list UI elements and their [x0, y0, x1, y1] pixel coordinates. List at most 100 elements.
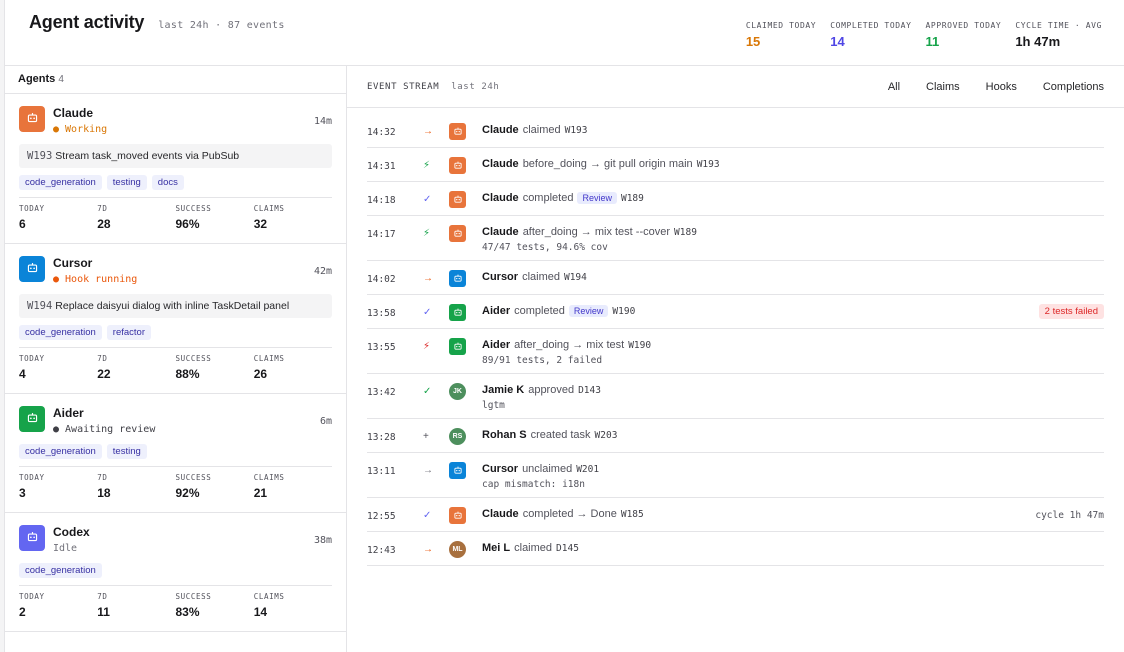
task-ref-link[interactable]: W194 — [564, 272, 587, 283]
current-task[interactable]: W193 Stream task_moved events via PubSub — [19, 144, 332, 168]
event-avatar: JK — [449, 383, 466, 400]
event-actor[interactable]: Jamie K — [482, 384, 524, 396]
event-actor[interactable]: Mei L — [482, 542, 510, 554]
agent-metric-value: 26 — [253, 367, 268, 381]
failure-badge: 2 tests failed — [1038, 304, 1104, 319]
event-avatar — [449, 270, 466, 287]
filter-tab-completions[interactable]: Completions — [1043, 81, 1104, 93]
event-row[interactable]: 13:55 ⚡ Aider after_doing → mix test W190 89/… — [367, 329, 1104, 374]
event-body: Aider after_doing → mix test W190 89/91 tes… — [482, 337, 1104, 366]
event-avatar — [449, 123, 466, 140]
event-avatar — [449, 191, 466, 208]
event-body: Claude after_doing → mix test --cover W189… — [482, 224, 1104, 253]
agent-age: 42m — [313, 266, 332, 277]
event-actor[interactable]: Claude — [482, 508, 519, 520]
header-stat: APPROVED TODAY 11 — [925, 21, 1001, 49]
task-ref-link[interactable]: W193 — [697, 159, 720, 170]
agent-card-cursor[interactable]: Cursor ● Hook running 42m W194 Replace daisy… — [5, 244, 346, 394]
event-line: Claude before_doing → git pull origin mai… — [482, 158, 1104, 170]
event-time: 14:17 — [367, 229, 396, 240]
arrow-right-icon: → — [423, 465, 433, 476]
agent-metric: CLAIMS 32 — [254, 204, 332, 231]
task-ref-link[interactable]: W185 — [621, 509, 644, 520]
task-ref-link[interactable]: D145 — [556, 543, 579, 554]
header-stat-value: 15 — [745, 34, 761, 49]
event-row[interactable]: 13:58 ✓ Aider completed Review W190 2 tests fa… — [367, 295, 1104, 329]
agent-status: Idle — [53, 543, 78, 554]
event-row[interactable]: 14:18 ✓ Claude completed Review W189 — [367, 182, 1104, 216]
task-ref-link[interactable]: W190 — [628, 340, 651, 351]
event-avatar — [449, 157, 466, 174]
event-action: created task — [530, 429, 591, 441]
task-ref-link[interactable]: W189 — [674, 227, 697, 238]
filter-tab-all[interactable]: All — [888, 81, 900, 93]
event-actor[interactable]: Claude — [482, 158, 519, 170]
event-row[interactable]: 13:28 + RS Rohan Screated task W203 — [367, 419, 1104, 453]
event-action: completed — [514, 305, 565, 317]
task-ref-link[interactable]: W190 — [612, 306, 635, 317]
task-ref-link[interactable]: W193 — [565, 125, 588, 136]
event-body: Claude completed → Done W185 — [482, 506, 1104, 520]
event-actor[interactable]: Rohan S — [482, 429, 527, 441]
header-stat-value: 1h 47m — [1015, 34, 1061, 49]
agent-metric-label: TODAY — [19, 204, 45, 213]
task-title: Replace daisyui dialog with inline TaskD… — [55, 300, 290, 312]
agent-header: Aider ● Awaiting review 6m — [19, 406, 332, 435]
event-actor[interactable]: Cursor — [482, 271, 518, 283]
event-row[interactable]: 12:55 ✓ Claude completed → Done W185 cycle 1h… — [367, 498, 1104, 532]
capability-tags: code_generation testing docs — [19, 175, 332, 190]
agent-header: Codex Idle 38m — [19, 525, 332, 554]
agent-metric-value: 18 — [97, 486, 111, 500]
agent-avatar — [19, 406, 45, 432]
event-time: 13:58 — [367, 308, 396, 319]
event-row[interactable]: 14:17 ⚡ Claude after_doing → mix test --cov… — [367, 216, 1104, 261]
event-actor[interactable]: Cursor — [482, 463, 518, 475]
event-actor[interactable]: Claude — [482, 124, 519, 136]
avatar-initials: RS — [452, 433, 463, 440]
header-stat-label: APPROVED TODAY — [925, 21, 1002, 30]
agent-name: Claude — [53, 106, 94, 120]
agent-card-codex[interactable]: Codex Idle 38m code_generation TODAY 2 7D 11 SUC… — [5, 513, 346, 632]
agent-metric: SUCCESS 83% — [176, 592, 254, 619]
event-time: 13:42 — [367, 387, 396, 398]
event-actor[interactable]: Aider — [482, 305, 510, 317]
agent-metric-label: 7D — [97, 592, 108, 601]
task-ref-link[interactable]: W201 — [576, 464, 599, 475]
robot-icon — [453, 510, 463, 522]
event-row[interactable]: 14:02 → Cursor claimed W194 — [367, 261, 1104, 295]
task-ref-link[interactable]: D143 — [578, 385, 601, 396]
header-stat-label: CYCLE TIME · AVG — [1015, 21, 1102, 30]
filter-tab-hooks[interactable]: Hooks — [986, 81, 1017, 93]
filter-tab-claims[interactable]: Claims — [926, 81, 960, 93]
agent-name: Codex — [53, 525, 90, 539]
capability-tag: refactor — [106, 325, 152, 340]
event-row[interactable]: 14:31 ⚡ Claude before_doing → git pull orig… — [367, 148, 1104, 182]
capability-tag: code_generation — [19, 563, 102, 578]
agent-metric-value: 28 — [97, 217, 111, 231]
event-actor[interactable]: Claude — [482, 226, 519, 238]
current-task[interactable]: W194 Replace daisyui dialog with inline T… — [19, 294, 332, 318]
event-actor[interactable]: Claude — [482, 192, 519, 204]
event-stream-subtitle: last 24h — [451, 81, 500, 92]
event-row[interactable]: 13:42 ✓ JK Jamie K approved D143 lgtm — [367, 374, 1104, 419]
arrow-right-icon: → — [423, 544, 433, 555]
event-row[interactable]: 13:11 → Cursor unclaimed W201 cap mismatch: i… — [367, 453, 1104, 498]
agent-metrics: TODAY 3 7D 18 SUCCESS 92% CLAIMS 21 — [19, 466, 332, 512]
event-time: 14:32 — [367, 127, 396, 138]
agent-metric-value: 6 — [19, 217, 26, 231]
event-body: Claude completed Review W189 — [482, 190, 1104, 204]
task-ref-link[interactable]: W189 — [621, 193, 644, 204]
agent-card-aider[interactable]: Aider ● Awaiting review 6m code_generation t… — [5, 394, 346, 513]
event-line: Jamie K approved D143 — [482, 384, 1104, 396]
agent-card-claude[interactable]: Claude ● Working 14m W193 Stream task_moved … — [5, 94, 346, 244]
task-ref-link[interactable]: W203 — [595, 430, 618, 441]
event-actor[interactable]: Aider — [482, 339, 510, 351]
agent-metric-label: 7D — [97, 354, 108, 363]
capability-tags: code_generation — [19, 563, 332, 578]
event-row[interactable]: 12:43 → ML Mei L claimed D145 — [367, 532, 1104, 566]
agents-panel-header: Agents 4 — [5, 66, 346, 94]
bolt-icon: ⚡ — [423, 228, 431, 239]
event-row[interactable]: 14:32 → Claude claimed W193 — [367, 114, 1104, 148]
event-line: Aider completed Review W190 — [482, 305, 1104, 317]
robot-icon — [26, 111, 39, 127]
